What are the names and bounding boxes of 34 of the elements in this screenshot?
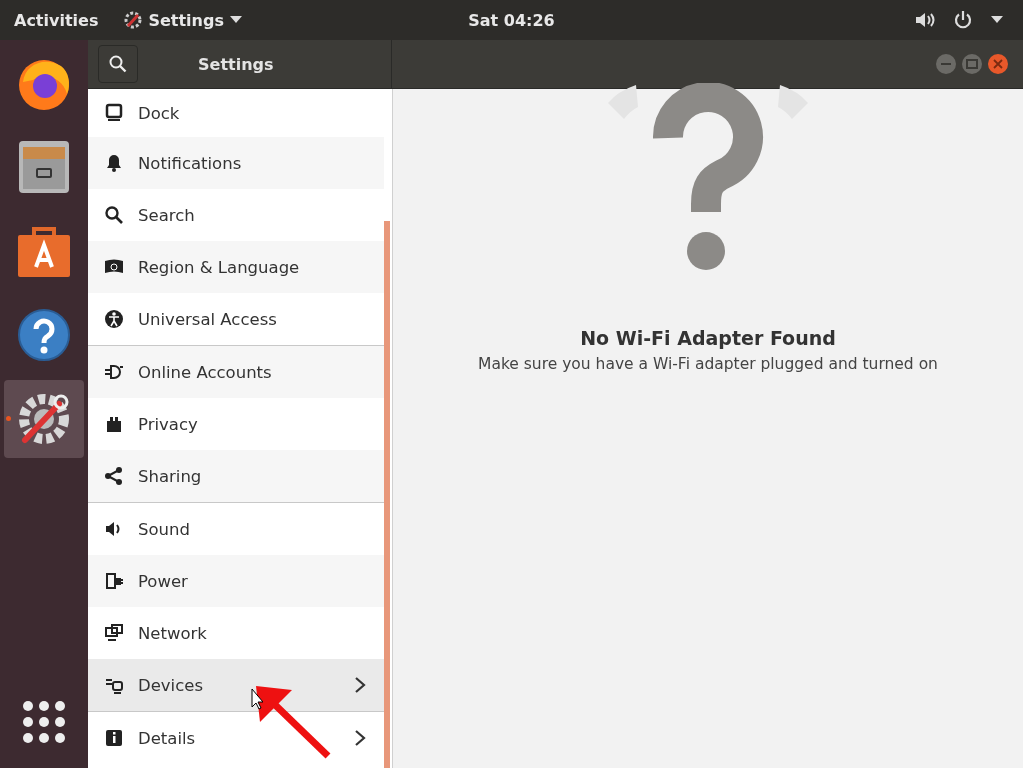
volume-icon[interactable] (915, 11, 935, 29)
app-grid-icon[interactable] (22, 700, 66, 744)
power-icon[interactable] (953, 10, 973, 30)
search-icon (104, 205, 124, 225)
hand-icon (104, 414, 124, 434)
sidebar-item[interactable]: Online Accounts (88, 346, 384, 398)
activities-button[interactable]: Activities (8, 6, 105, 34)
bell-icon (104, 153, 124, 173)
empty-state-heading: No Wi-Fi Adapter Found (580, 327, 836, 349)
network-icon (104, 623, 124, 643)
gear-icon (124, 11, 143, 29)
mouse-pointer-icon (251, 688, 263, 710)
search-icon (109, 55, 127, 73)
scrollbar[interactable] (384, 221, 390, 768)
window-title: Settings (198, 54, 274, 74)
share-icon (104, 466, 124, 486)
sidebar-item[interactable]: Sharing (88, 450, 384, 502)
sidebar-item[interactable]: Notifications (88, 137, 384, 189)
caret-icon[interactable] (991, 16, 1003, 24)
sidebar-item[interactable]: Region & Language (88, 241, 384, 293)
sidebar-item[interactable]: Power (88, 555, 384, 607)
dock-icon (104, 103, 124, 123)
accessibility-icon (104, 309, 124, 329)
clock[interactable]: Sat 04:26 (462, 6, 561, 34)
battery-plug-icon (104, 571, 124, 591)
app-menu[interactable]: Settings (118, 6, 248, 34)
sidebar-item[interactable]: Devices (88, 659, 384, 711)
empty-state-message: Make sure you have a Wi-Fi adapter plugged and turned on (478, 355, 938, 373)
caret-icon (229, 16, 242, 24)
info-icon (104, 728, 124, 748)
search-button[interactable] (98, 45, 138, 83)
settings-icon[interactable] (4, 380, 84, 458)
plug-icon (104, 362, 124, 382)
close-button[interactable] (987, 53, 1009, 75)
